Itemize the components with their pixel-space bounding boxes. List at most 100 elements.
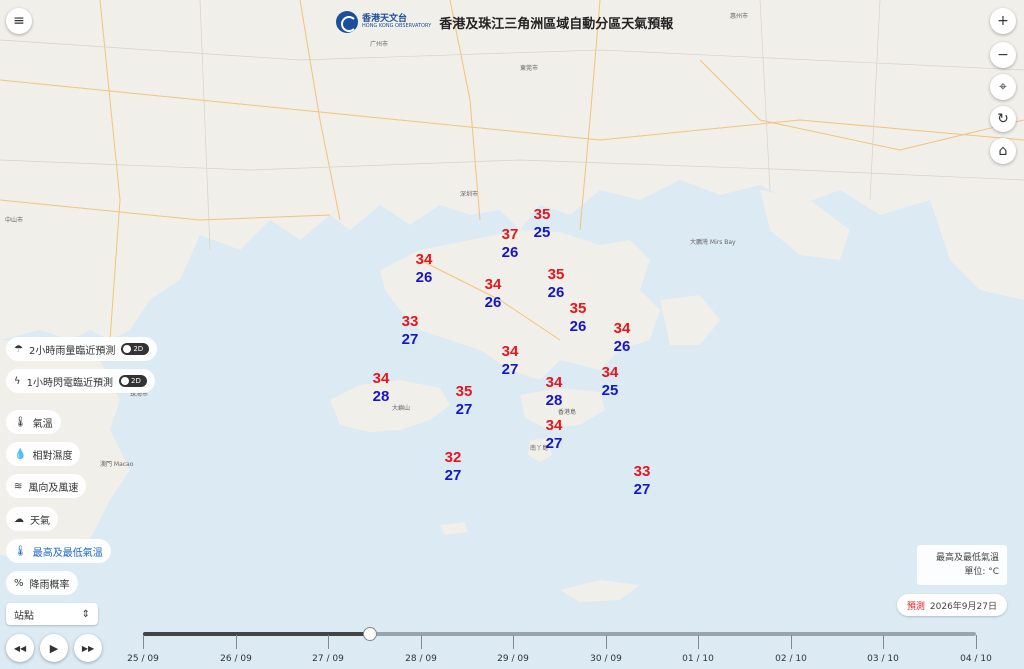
layer-label: 氣溫 xyxy=(32,418,53,430)
max-temp: 32 xyxy=(444,449,462,466)
thermometer-pair-icon: 🌡 xyxy=(14,545,27,557)
timeline-date-label[interactable]: 04 / 10 xyxy=(960,654,992,664)
timeline-progress xyxy=(143,632,370,636)
min-temp: 26 xyxy=(613,338,631,355)
locate-button[interactable]: ⌖ xyxy=(990,74,1016,100)
station-select[interactable]: 站點 ⇕ xyxy=(6,603,98,625)
temp-marker[interactable]: 34 28 xyxy=(546,374,563,410)
timeline-date-label[interactable]: 02 / 10 xyxy=(775,654,807,664)
layer-label: 最高及最低氣溫 xyxy=(32,547,103,559)
min-temp: 27 xyxy=(545,435,563,452)
timeline-tick xyxy=(421,635,422,649)
2d-toggle[interactable]: 2D xyxy=(118,375,147,387)
max-temp: 35 xyxy=(547,266,565,283)
station-select-value: 站點 xyxy=(14,610,34,622)
home-icon: ⌂ xyxy=(998,143,1008,159)
timeline-date-label[interactable]: 03 / 10 xyxy=(867,654,899,664)
max-temp: 35 xyxy=(455,383,473,400)
timeline-date-label[interactable]: 01 / 10 xyxy=(682,654,714,664)
min-temp: 26 xyxy=(501,244,519,261)
max-temp: 34 xyxy=(484,276,502,293)
max-temp: 35 xyxy=(569,300,587,317)
layer-rain-nowcast[interactable]: ☂ 2小時雨量臨近預測 2D xyxy=(6,337,158,361)
select-arrows-icon: ⇕ xyxy=(81,608,90,620)
wind-icon: ≋ xyxy=(14,480,23,492)
temp-marker[interactable]: 35 26 xyxy=(548,266,565,302)
layer-wind[interactable]: ≋ 風向及風速 xyxy=(6,474,87,498)
timeline-tick xyxy=(976,635,977,649)
temp-marker[interactable]: 34 27 xyxy=(502,343,519,379)
layer-max-min-temp[interactable]: 🌡 最高及最低氣溫 xyxy=(6,539,111,563)
temp-marker[interactable]: 33 27 xyxy=(634,463,651,499)
layer-label: 1小時閃電臨近預測 xyxy=(26,377,113,389)
page-title: 香港及珠江三角洲區域自動分區天氣預報 xyxy=(439,16,674,32)
map-label: 惠州市 xyxy=(730,12,748,20)
layer-lightning-nowcast[interactable]: ϟ 1小時閃電臨近預測 2D xyxy=(6,369,155,393)
refresh-button[interactable]: ↻ xyxy=(990,106,1016,132)
zoom-in-button[interactable]: + xyxy=(990,8,1016,34)
layer-label: 天氣 xyxy=(30,515,50,527)
temp-marker[interactable]: 35 25 xyxy=(534,206,551,242)
layer-temperature[interactable]: 🌡 氣溫 xyxy=(6,410,61,434)
timeline-tick xyxy=(513,635,514,649)
timeline-date-label[interactable]: 30 / 09 xyxy=(590,654,622,664)
map-label: 大鵬灣 Mirs Bay xyxy=(690,238,736,246)
timeline-date-label[interactable]: 25 / 09 xyxy=(127,654,159,664)
legend-unit: 單位: °C xyxy=(964,567,999,577)
temp-marker[interactable]: 34 27 xyxy=(546,417,563,453)
step-back-button[interactable]: ◀◀ xyxy=(6,634,34,662)
max-temp: 34 xyxy=(613,320,631,337)
2d-toggle[interactable]: 2D xyxy=(121,343,150,355)
min-temp: 27 xyxy=(455,401,473,418)
max-temp: 34 xyxy=(545,417,563,434)
timeline-handle[interactable] xyxy=(363,627,377,641)
layer-weather[interactable]: ☁ 天氣 xyxy=(6,507,58,531)
temp-marker[interactable]: 34 26 xyxy=(416,251,433,287)
hko-logo: 香港天文台 HONG KONG OBSERVATORY xyxy=(336,11,431,33)
menu-icon: ≡ xyxy=(13,13,25,29)
layer-rain-probability[interactable]: % 降雨概率 xyxy=(6,571,78,595)
zoom-out-button[interactable]: − xyxy=(990,42,1016,68)
temp-marker[interactable]: 37 26 xyxy=(502,226,519,262)
timeline-slider[interactable]: 25 / 09 26 / 09 27 / 09 28 / 09 29 / 09 30 / … xyxy=(127,627,992,669)
timeline-tick xyxy=(143,635,144,649)
max-temp: 34 xyxy=(601,364,619,381)
temp-marker[interactable]: 35 27 xyxy=(456,383,473,419)
timeline-date-label[interactable]: 29 / 09 xyxy=(497,654,529,664)
map-label: 广州市 xyxy=(370,40,388,48)
home-button[interactable]: ⌂ xyxy=(990,138,1016,164)
temp-marker[interactable]: 34 26 xyxy=(485,276,502,312)
play-button[interactable]: ▶ xyxy=(40,634,68,662)
layer-label: 相對濕度 xyxy=(32,450,73,462)
map-label: 東莞市 xyxy=(520,64,538,72)
temp-marker[interactable]: 32 27 xyxy=(445,449,462,485)
temp-marker[interactable]: 33 27 xyxy=(402,313,419,349)
temp-marker[interactable]: 34 28 xyxy=(373,370,390,406)
step-forward-button[interactable]: ▶▶ xyxy=(74,634,102,662)
timeline-date-label[interactable]: 26 / 09 xyxy=(220,654,252,664)
logo-en-text: HONG KONG OBSERVATORY xyxy=(362,23,432,29)
hko-logo-icon xyxy=(336,11,358,33)
percent-icon: % xyxy=(14,577,24,589)
min-temp: 27 xyxy=(501,361,519,378)
timeline-tick xyxy=(236,635,237,649)
temp-marker[interactable]: 34 26 xyxy=(614,320,631,356)
temp-marker[interactable]: 34 25 xyxy=(602,364,619,400)
lightning-icon: ϟ xyxy=(14,375,21,387)
timeline-date-label[interactable]: 27 / 09 xyxy=(312,654,344,664)
timeline-date-label[interactable]: 28 / 09 xyxy=(405,654,437,664)
layer-humidity[interactable]: 💧 相對濕度 xyxy=(6,442,81,466)
max-temp: 34 xyxy=(372,370,390,387)
unit-legend: 最高及最低氣溫 單位: °C xyxy=(917,545,1007,585)
max-temp: 33 xyxy=(633,463,651,480)
timeline-tick xyxy=(791,635,792,649)
play-icon: ▶ xyxy=(49,641,59,655)
base-map[interactable]: 广州市 深圳市 東莞市 惠州市 珠海市 澳門 Macao 中山市 大鵬灣 Mir… xyxy=(0,0,1024,669)
temp-marker[interactable]: 35 26 xyxy=(570,300,587,336)
min-temp: 28 xyxy=(372,388,390,405)
layer-label: 降雨概率 xyxy=(29,579,70,591)
forecast-label: 預測 xyxy=(906,601,925,612)
minus-icon: − xyxy=(997,47,1009,63)
menu-button[interactable]: ≡ xyxy=(6,8,32,34)
map-controls: + − ⌖ ↻ ⌂ xyxy=(990,8,1016,164)
